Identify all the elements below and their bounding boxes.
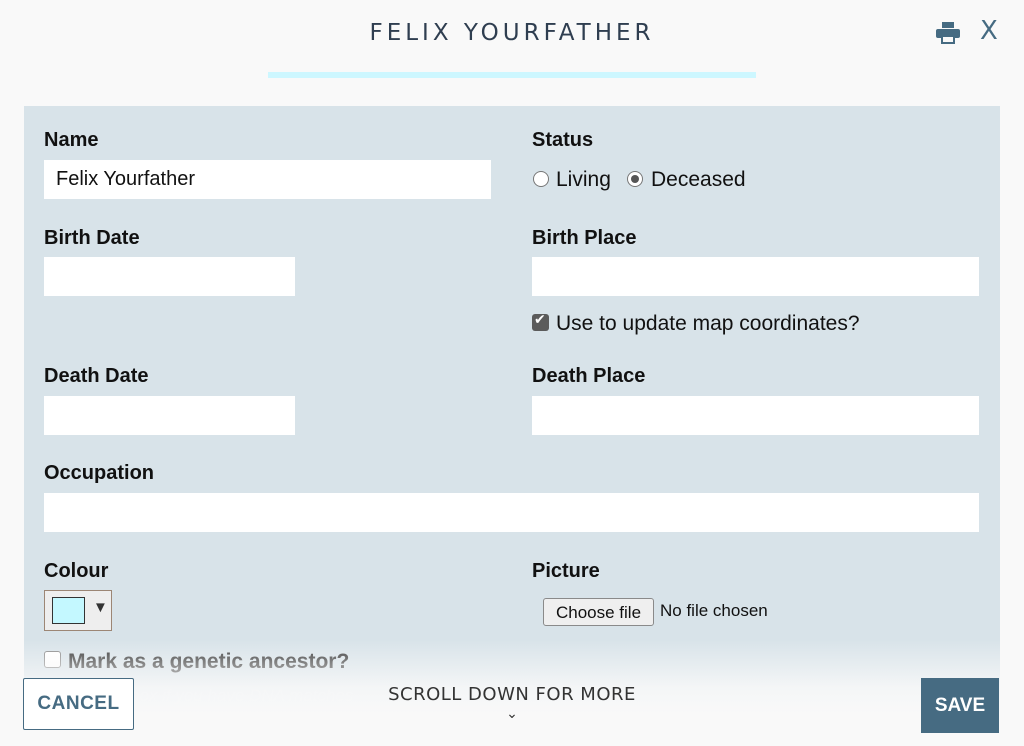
radio-deceased-label: Deceased [651,168,746,191]
name-label: Name [44,129,99,151]
birth-date-input[interactable] [44,257,295,296]
death-place-input[interactable] [532,396,979,435]
dialog-title: FELIX YOURFATHER [369,20,655,46]
choose-file-button[interactable]: Choose file [543,598,654,626]
chevron-down-icon[interactable]: ⌄ [0,706,1024,722]
birth-date-label: Birth Date [44,227,140,249]
save-button[interactable]: SAVE [921,678,999,733]
occupation-label: Occupation [44,462,155,484]
death-date-input[interactable] [44,396,295,435]
status-label: Status [532,129,594,151]
radio-living[interactable] [533,171,549,187]
birth-place-input[interactable] [532,257,979,296]
printer-icon[interactable] [936,22,960,44]
picture-label: Picture [532,560,600,582]
birth-place-label: Birth Place [532,227,637,249]
close-icon[interactable]: X [980,16,998,46]
occupation-input[interactable] [44,493,979,532]
update-map-checkbox[interactable] [532,312,549,331]
radio-living-label: Living [556,168,611,191]
death-date-label: Death Date [44,365,149,387]
radio-deceased[interactable] [627,171,643,187]
colour-label: Colour [44,560,109,582]
scroll-down-hint[interactable]: SCROLL DOWN FOR MORE [0,684,1024,705]
dropdown-arrow-icon: ▼ [93,599,108,616]
death-place-label: Death Place [532,365,646,387]
colour-swatch [52,597,85,624]
name-input[interactable] [44,160,491,199]
title-underline [268,72,756,78]
file-status: No file chosen [660,601,768,620]
colour-picker[interactable]: ▼ [44,590,112,631]
update-map-label: Use to update map coordinates? [556,312,860,335]
